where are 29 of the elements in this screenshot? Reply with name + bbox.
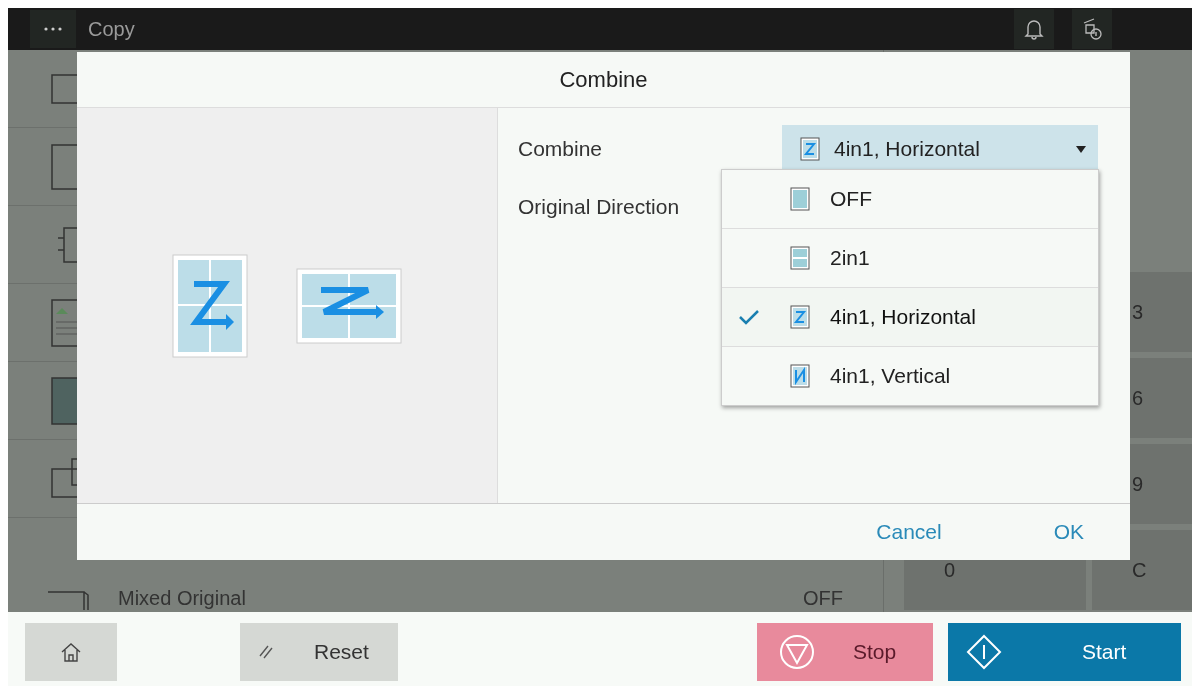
more-icon [44, 27, 62, 31]
dropdown-option[interactable]: OFF [722, 170, 1098, 229]
home-icon [60, 642, 82, 662]
z-order-icon [800, 137, 820, 161]
original-direction-label: Original Direction [518, 195, 681, 219]
device-status-button[interactable] [1072, 9, 1112, 49]
reset-button[interactable]: Reset [240, 623, 398, 681]
stop-button[interactable]: Stop [757, 623, 933, 681]
start-icon [966, 634, 1002, 670]
mixed-original-value: OFF [803, 587, 843, 610]
double-slash-icon [258, 644, 274, 660]
landscape-4in1-page-icon [296, 267, 402, 344]
home-button[interactable] [25, 623, 117, 681]
printer-info-icon [1081, 17, 1103, 41]
n-order-icon [790, 364, 810, 388]
screen-title: Copy [88, 17, 135, 41]
dropdown-caret-icon [1076, 145, 1086, 153]
dropdown-option[interactable]: 4in1, Horizontal [722, 288, 1098, 347]
z-order-icon [790, 305, 810, 329]
stop-icon [779, 634, 815, 670]
single-page-icon [790, 187, 810, 211]
notification-button[interactable] [1014, 9, 1054, 49]
bell-icon [1024, 18, 1044, 40]
start-button[interactable]: Start [948, 623, 1181, 681]
portrait-4in1-page-icon [172, 253, 248, 358]
checkmark-icon [738, 309, 760, 325]
mixed-original-label: Mixed Original [118, 587, 246, 610]
combine-label: Combine [518, 137, 604, 161]
two-up-page-icon [790, 246, 810, 270]
